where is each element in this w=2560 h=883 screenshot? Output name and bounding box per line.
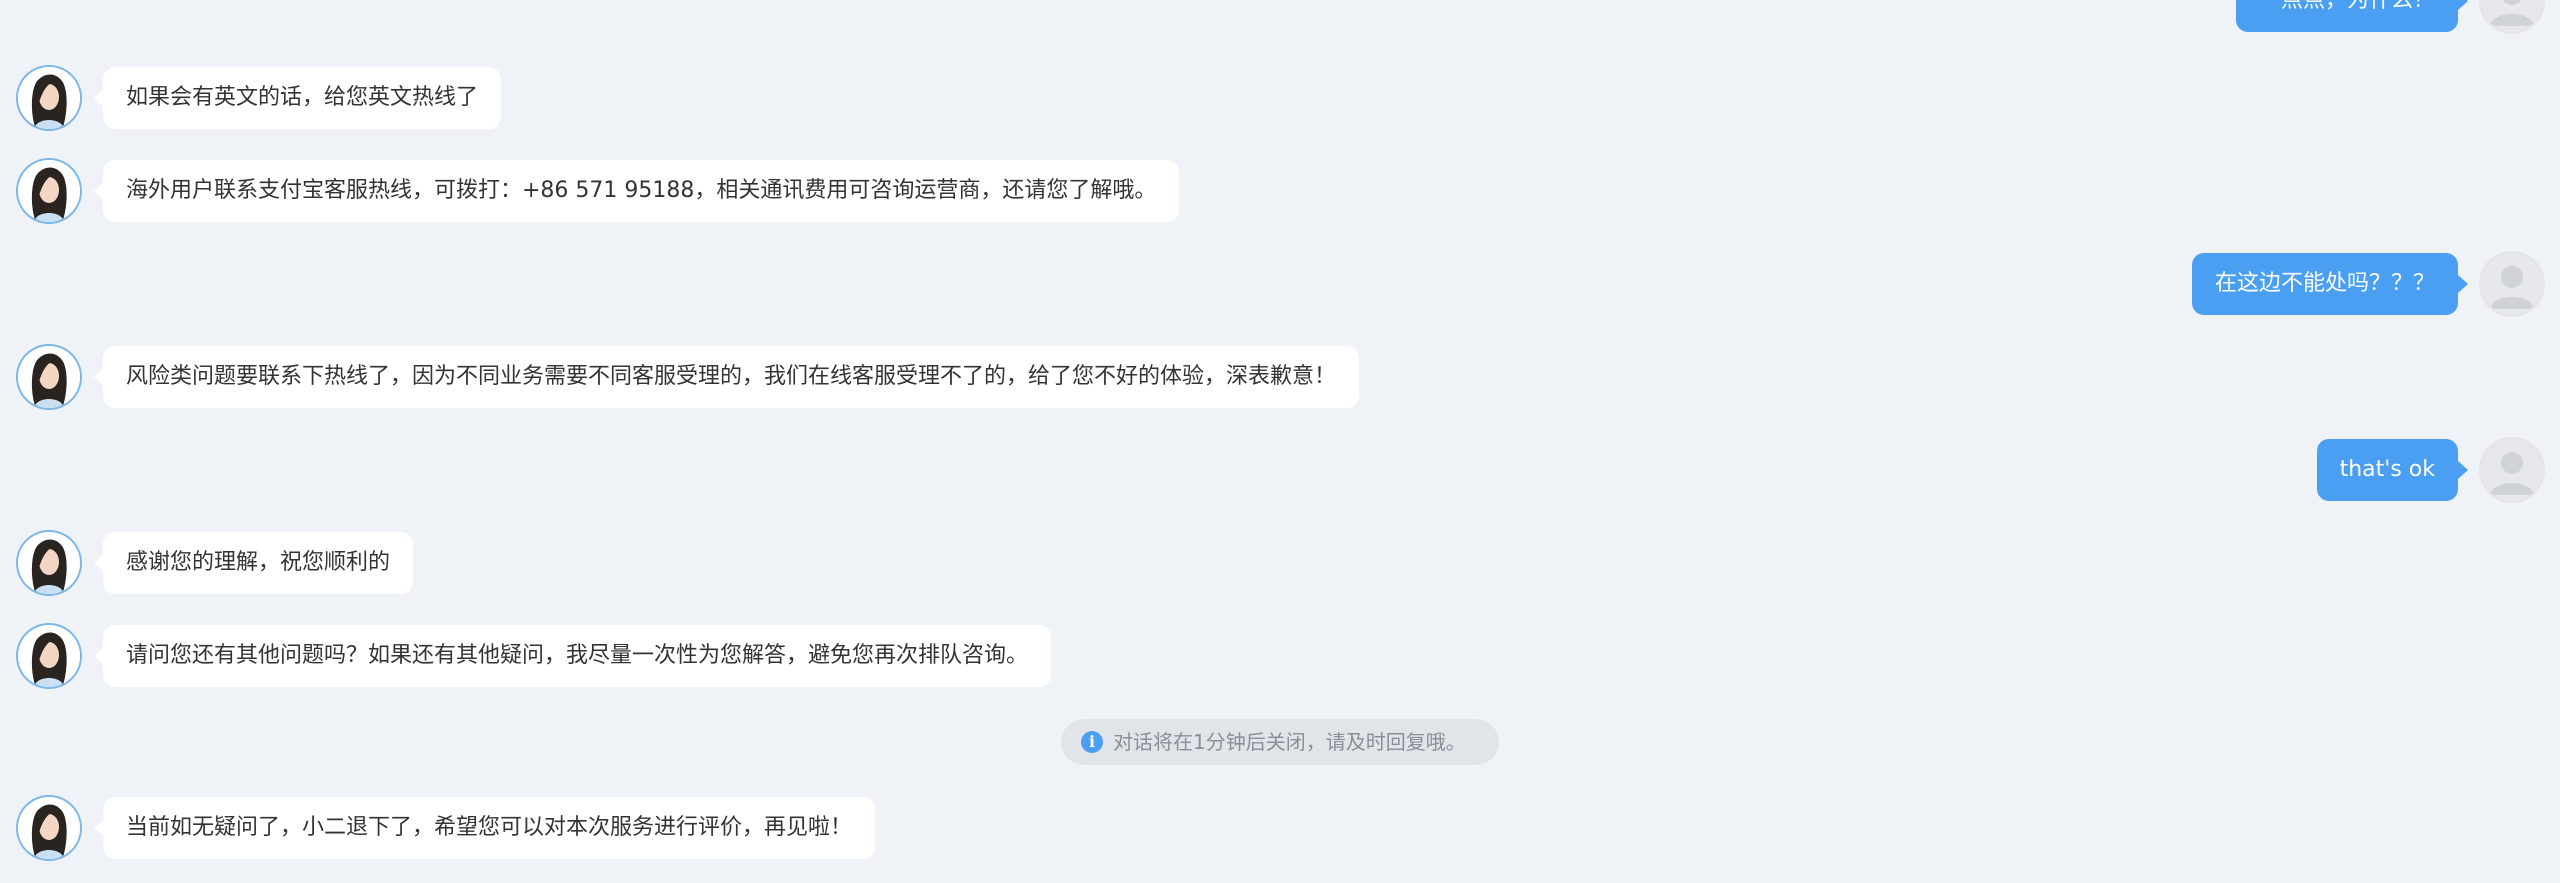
agent-avatar-icon[interactable]	[18, 160, 80, 222]
user-message-bubble: 一点点，为什么？	[2235, 0, 2469, 32]
info-icon: i	[1081, 730, 1103, 753]
user-avatar-icon[interactable]	[2481, 0, 2543, 32]
agent-message-bubble: 当前如无疑问了，小二退下了，希望您可以对本次服务进行评价，再见啦！	[93, 797, 876, 859]
session-timeout-notice: i 对话将在1分钟后关闭，请及时回复哦。	[1061, 719, 1499, 765]
agent-avatar-icon[interactable]	[18, 797, 80, 859]
user-message-bubble: that's ok	[2316, 439, 2469, 501]
agent-avatar-icon[interactable]	[18, 67, 80, 129]
user-avatar-icon[interactable]	[2481, 439, 2543, 501]
agent-message-bubble: 如果会有英文的话，给您英文热线了	[93, 67, 502, 129]
agent-message-bubble: 风险类问题要联系下热线了，因为不同业务需要不同客服受理的，我们在线客服受理不了的…	[93, 346, 1360, 408]
user-avatar-icon[interactable]	[2481, 253, 2543, 315]
agent-message-bubble: 请问您还有其他问题吗？如果还有其他疑问，我尽量一次性为您解答，避免您再次排队咨询…	[93, 625, 1052, 687]
agent-avatar-icon[interactable]	[18, 532, 80, 594]
agent-avatar-icon[interactable]	[18, 346, 80, 408]
chat-message-list[interactable]: 一点点，为什么？ 如果会有英文的话，给您英文热线了 海外用户联系支付宝客服热线，…	[0, 0, 2560, 883]
agent-message-bubble: 海外用户联系支付宝客服热线，可拨打：+86 571 95188，相关通讯费用可咨…	[93, 160, 1180, 222]
notice-text: 对话将在1分钟后关闭，请及时回复哦。	[1113, 730, 1466, 754]
agent-message-bubble: 感谢您的理解，祝您顺利的	[93, 532, 414, 594]
user-message-bubble: 在这边不能处吗？？？	[2191, 253, 2469, 315]
agent-avatar-icon[interactable]	[18, 625, 80, 687]
